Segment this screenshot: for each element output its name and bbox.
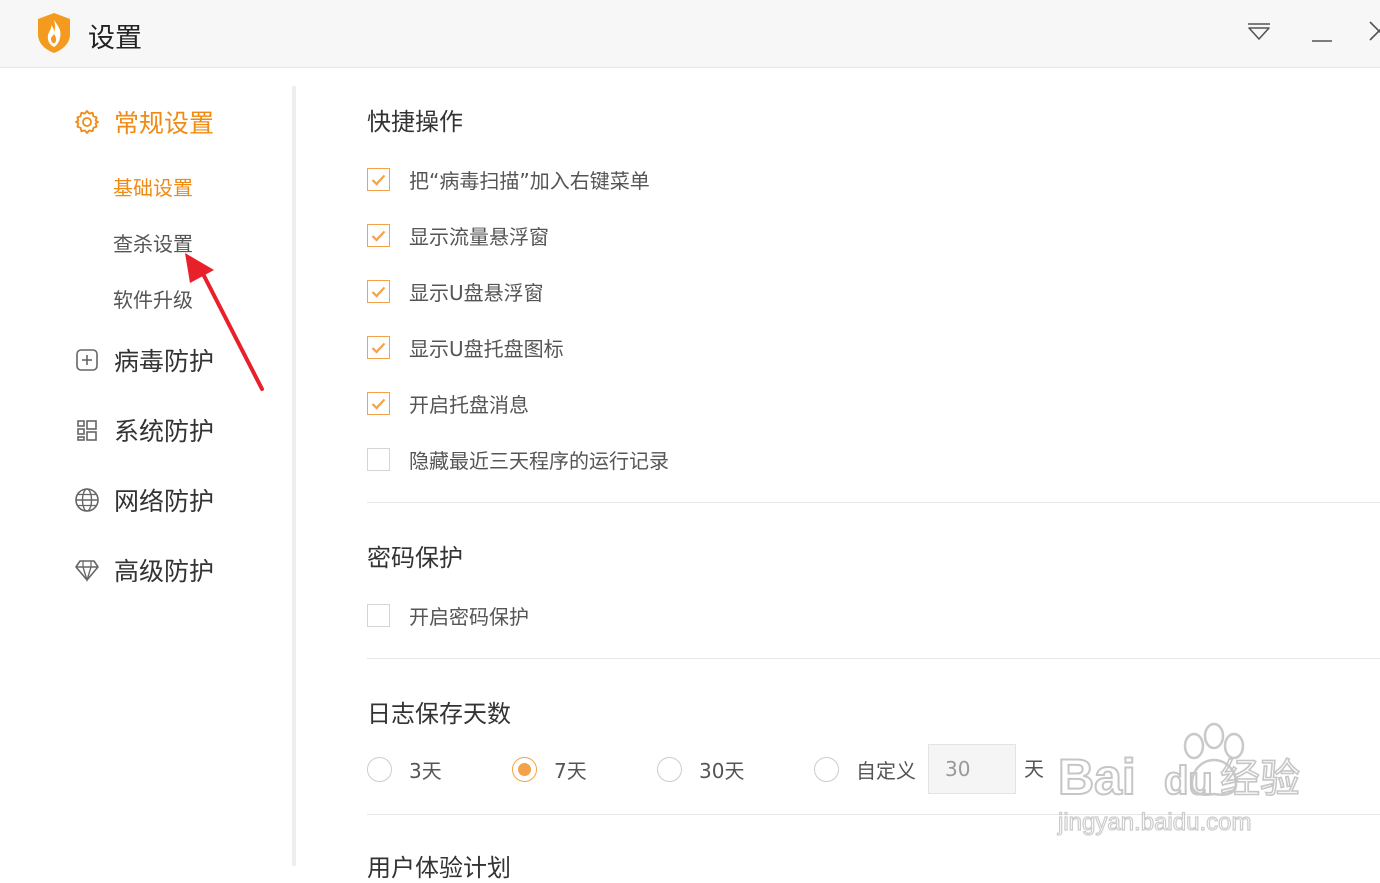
radio-button[interactable] [657,756,682,782]
app-logo-icon [38,13,70,53]
sidebar-item-virus-protection[interactable]: 病毒防护 [74,342,214,378]
radio-custom[interactable]: 自定义 [814,744,916,794]
option-label: 开启密码保护 [409,605,529,629]
checkbox[interactable] [367,392,390,415]
check-icon [371,174,386,186]
option-label: 开启托盘消息 [409,393,529,417]
checkbox[interactable] [367,336,390,359]
section-title-password: 密码保护 [367,544,463,572]
sidebar-item-label: 高级防护 [114,557,215,586]
radio-button[interactable] [814,756,839,782]
sidebar: 常规设置 基础设置 查杀设置 软件升级 病毒防护 系统防护 网络防护 高级防护 [0,68,293,866]
section-title-log-days: 日志保存天数 [367,700,511,728]
section-divider [367,658,1380,659]
section-divider [367,502,1380,503]
title-bar: 设置 [0,0,1380,68]
radio-label: 3天 [409,758,442,783]
section-title-shortcut: 快捷操作 [367,108,463,136]
checkbox[interactable] [367,224,390,247]
app-title: 设置 [88,23,142,54]
sidebar-item-label: 病毒防护 [114,347,215,376]
option-label: 把“病毒扫描”加入右键菜单 [409,169,650,193]
option-enable-password-protection[interactable]: 开启密码保护 [367,601,529,630]
radio-label: 自定义 [856,758,916,783]
check-icon [371,230,386,242]
section-divider [367,814,1380,815]
minimize-icon[interactable] [1310,20,1334,44]
diamond-icon [74,557,100,583]
check-icon [371,398,386,410]
close-icon[interactable] [1368,20,1380,44]
menu-dropdown-icon[interactable] [1246,20,1272,44]
gear-icon [74,109,100,135]
radio-7-days[interactable]: 7天 [512,744,587,794]
option-label: 隐藏最近三天程序的运行记录 [409,449,669,473]
windows-icon [74,417,100,443]
sidebar-item-network-protection[interactable]: 网络防护 [74,482,214,518]
option-add-scan-to-context-menu[interactable]: 把“病毒扫描”加入右键菜单 [367,165,650,194]
check-icon [371,286,386,298]
sidebar-subitem-software-upgrade[interactable]: 软件升级 [113,284,193,313]
option-enable-tray-messages[interactable]: 开启托盘消息 [367,389,529,418]
radio-button[interactable] [367,756,392,782]
checkbox[interactable] [367,168,390,191]
option-show-traffic-float-window[interactable]: 显示流量悬浮窗 [367,221,549,250]
radio-label: 30天 [699,758,745,783]
radio-30-days[interactable]: 30天 [657,744,744,794]
radio-label: 7天 [554,758,587,783]
settings-panel: 快捷操作 把“病毒扫描”加入右键菜单 显示流量悬浮窗 显示U盘悬浮窗 显示U盘托… [296,68,1380,882]
sidebar-item-label: 网络防护 [114,487,215,516]
check-icon [371,342,386,354]
option-label: 显示流量悬浮窗 [409,225,549,249]
option-hide-recent-run-records[interactable]: 隐藏最近三天程序的运行记录 [367,445,669,474]
radio-selected-dot [518,762,531,776]
option-show-usb-float-window[interactable]: 显示U盘悬浮窗 [367,277,544,306]
radio-button[interactable] [512,756,537,782]
sidebar-item-system-protection[interactable]: 系统防护 [74,412,214,448]
option-label: 显示U盘托盘图标 [409,337,564,361]
checkbox[interactable] [367,280,390,303]
sidebar-item-label: 常规设置 [114,109,215,138]
option-show-usb-tray-icon[interactable]: 显示U盘托盘图标 [367,333,564,362]
globe-icon [74,487,100,513]
sidebar-item-label: 系统防护 [114,417,215,446]
log-days-radio-group: 3天 7天 30天 自定义 30 天 [367,744,1380,794]
option-label: 显示U盘悬浮窗 [409,281,544,305]
checkbox[interactable] [367,604,390,627]
radio-3-days[interactable]: 3天 [367,744,442,794]
sidebar-item-advanced-protection[interactable]: 高级防护 [74,552,214,588]
days-unit-label: 天 [1024,757,1044,781]
custom-days-input[interactable]: 30 [928,744,1016,794]
sidebar-subitem-scan-settings[interactable]: 查杀设置 [113,228,193,257]
plus-square-icon [74,347,100,373]
sidebar-subitem-basic-settings[interactable]: 基础设置 [113,172,193,201]
sidebar-item-general-settings[interactable]: 常规设置 [74,104,214,140]
checkbox[interactable] [367,448,390,471]
